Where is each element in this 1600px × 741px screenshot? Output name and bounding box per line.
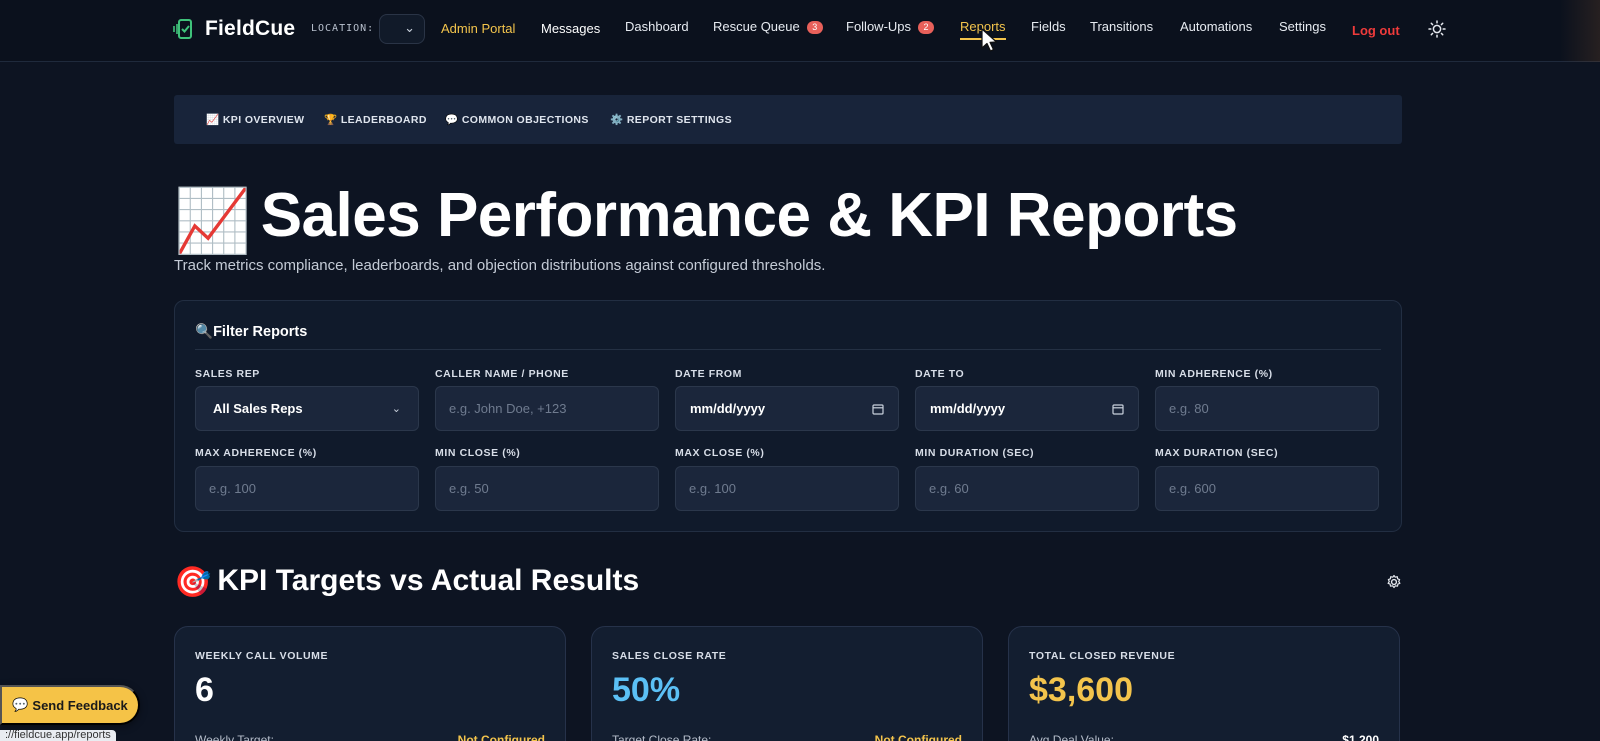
tab-common-objections[interactable]: 💬 COMMON OBJECTIONS	[445, 113, 589, 126]
nav-fields[interactable]: Fields	[1031, 19, 1066, 34]
nav-dashboard[interactable]: Dashboard	[625, 19, 689, 34]
logout-link[interactable]: Log out	[1352, 23, 1400, 38]
divider	[195, 349, 1381, 350]
kpi-target-value: Not Configured	[874, 733, 962, 741]
kpi-settings-gear-icon[interactable]	[1386, 574, 1402, 590]
kpi-card-total-closed-revenue: TOTAL CLOSED REVENUE $3,600 Avg Deal Val…	[1008, 626, 1400, 741]
max-duration-input[interactable]	[1155, 466, 1379, 511]
mouse-pointer-icon	[981, 28, 998, 52]
nav-rescue-queue[interactable]: Rescue Queue 3	[713, 19, 823, 34]
tab-common-objections-label: COMMON OBJECTIONS	[461, 114, 589, 126]
max-adherence-label: MAX ADHERENCE (%)	[195, 447, 317, 459]
kpi-target-value: Not Configured	[457, 733, 545, 741]
calendar-icon[interactable]	[1112, 403, 1124, 415]
tab-report-settings-label: REPORT SETTINGS	[626, 114, 732, 126]
sales-rep-label: SALES REP	[195, 368, 260, 380]
nav-messages[interactable]: Messages	[541, 21, 600, 36]
max-close-label: MAX CLOSE (%)	[675, 447, 765, 459]
gear-icon: ⚙️	[610, 114, 624, 126]
sales-rep-select[interactable]: All Sales Reps ⌄	[195, 386, 419, 431]
top-nav: FieldCue LOCATION: ⌄ Admin Portal Messag…	[0, 0, 1600, 62]
kpi-card-weekly-call-volume: WEEKLY CALL VOLUME 6 Weekly Target: Not …	[174, 626, 566, 741]
kpi-value: 6	[195, 671, 214, 709]
chevron-down-icon: ⌄	[391, 403, 401, 415]
tab-leaderboard[interactable]: 🏆 LEADERBOARD	[324, 113, 427, 126]
min-duration-input[interactable]	[915, 466, 1139, 511]
min-close-label: MIN CLOSE (%)	[435, 447, 521, 459]
kpi-value: $3,600	[1029, 671, 1133, 709]
chart-icon: 📈	[206, 114, 220, 126]
kpi-avg-deal-label: Avg Deal Value:	[1029, 733, 1114, 741]
nav-rescue-queue-label: Rescue Queue	[713, 19, 800, 34]
theme-toggle-sun-icon[interactable]	[1428, 20, 1446, 38]
brand[interactable]: FieldCue	[173, 17, 295, 41]
nav-follow-ups-label: Follow-Ups	[846, 19, 912, 34]
min-duration-label: MIN DURATION (SEC)	[915, 447, 1035, 459]
max-adherence-input[interactable]	[195, 466, 419, 511]
date-to-input[interactable]: mm/dd/yyyy	[915, 386, 1139, 431]
calendar-icon[interactable]	[872, 403, 884, 415]
kpi-label: TOTAL CLOSED REVENUE	[1029, 650, 1176, 662]
kpi-target-label: Target Close Rate:	[612, 733, 712, 741]
kpi-value: 50%	[612, 671, 681, 709]
max-duration-label: MAX DURATION (SEC)	[1155, 447, 1279, 459]
kpi-section-title-text: KPI Targets vs Actual Results	[217, 564, 640, 597]
date-from-value: mm/dd/yyyy	[690, 401, 766, 416]
chart-increasing-icon: 📈	[174, 187, 251, 256]
speech-bubble-icon: 💬	[12, 697, 29, 712]
min-adherence-input[interactable]	[1155, 386, 1379, 431]
caller-search-input[interactable]	[435, 386, 659, 431]
nav-transitions[interactable]: Transitions	[1090, 19, 1153, 34]
tab-report-settings[interactable]: ⚙️ REPORT SETTINGS	[610, 113, 732, 126]
page-title: 📈 Sales Performance & KPI Reports	[174, 180, 1238, 258]
fieldcue-logo-icon	[173, 19, 192, 39]
max-close-input[interactable]	[675, 466, 899, 511]
tab-kpi-overview[interactable]: 📈 KPI OVERVIEW	[206, 113, 304, 126]
filter-title: 🔍Filter Reports	[195, 323, 307, 340]
send-feedback-label: Send Feedback	[32, 697, 128, 713]
browser-status-url: ://fieldcue.app/reports	[0, 730, 116, 741]
rescue-queue-count-badge: 3	[806, 21, 823, 34]
speech-bubble-icon: 💬	[445, 114, 459, 126]
tab-kpi-overview-label: KPI OVERVIEW	[222, 114, 305, 126]
min-adherence-label: MIN ADHERENCE (%)	[1155, 368, 1273, 380]
kpi-card-sales-close-rate: SALES CLOSE RATE 50% Target Close Rate: …	[591, 626, 983, 741]
date-to-value: mm/dd/yyyy	[930, 401, 1006, 416]
sales-rep-value: All Sales Reps	[213, 401, 303, 416]
chevron-down-icon: ⌄	[404, 20, 415, 35]
caller-label: CALLER NAME / PHONE	[435, 368, 569, 380]
nav-admin-portal[interactable]: Admin Portal	[441, 21, 515, 36]
trophy-icon: 🏆	[324, 114, 338, 126]
send-feedback-button[interactable]: 💬 Send Feedback	[0, 685, 140, 725]
location-label: LOCATION:	[311, 23, 375, 34]
target-icon: 🎯	[174, 566, 212, 599]
date-to-label: DATE TO	[915, 368, 965, 380]
nav-automations[interactable]: Automations	[1180, 19, 1252, 34]
kpi-section-title: 🎯 KPI Targets vs Actual Results	[174, 564, 639, 600]
tab-leaderboard-label: LEADERBOARD	[340, 114, 427, 126]
kpi-target-label: Weekly Target:	[195, 733, 274, 741]
min-close-input[interactable]	[435, 466, 659, 511]
page-title-text: Sales Performance & KPI Reports	[260, 181, 1238, 250]
page-subtitle: Track metrics compliance, leaderboards, …	[174, 257, 826, 274]
filter-title-text: Filter Reports	[213, 324, 308, 340]
nav-settings[interactable]: Settings	[1279, 19, 1326, 34]
magnifier-icon: 🔍	[195, 324, 214, 340]
filter-panel: 🔍Filter Reports SALES REP CALLER NAME / …	[174, 300, 1402, 532]
nav-follow-ups[interactable]: Follow-Ups 2	[846, 19, 935, 34]
report-subtabs: 📈 KPI OVERVIEW 🏆 LEADERBOARD 💬 COMMON OB…	[174, 95, 1402, 144]
location-select[interactable]: ⌄	[379, 14, 425, 44]
kpi-label: SALES CLOSE RATE	[612, 650, 727, 662]
date-from-input[interactable]: mm/dd/yyyy	[675, 386, 899, 431]
kpi-avg-deal-value: $1,200	[1342, 733, 1379, 741]
date-from-label: DATE FROM	[675, 368, 743, 380]
follow-ups-count-badge: 2	[918, 21, 935, 34]
kpi-label: WEEKLY CALL VOLUME	[195, 650, 329, 662]
brand-name: FieldCue	[205, 17, 296, 40]
